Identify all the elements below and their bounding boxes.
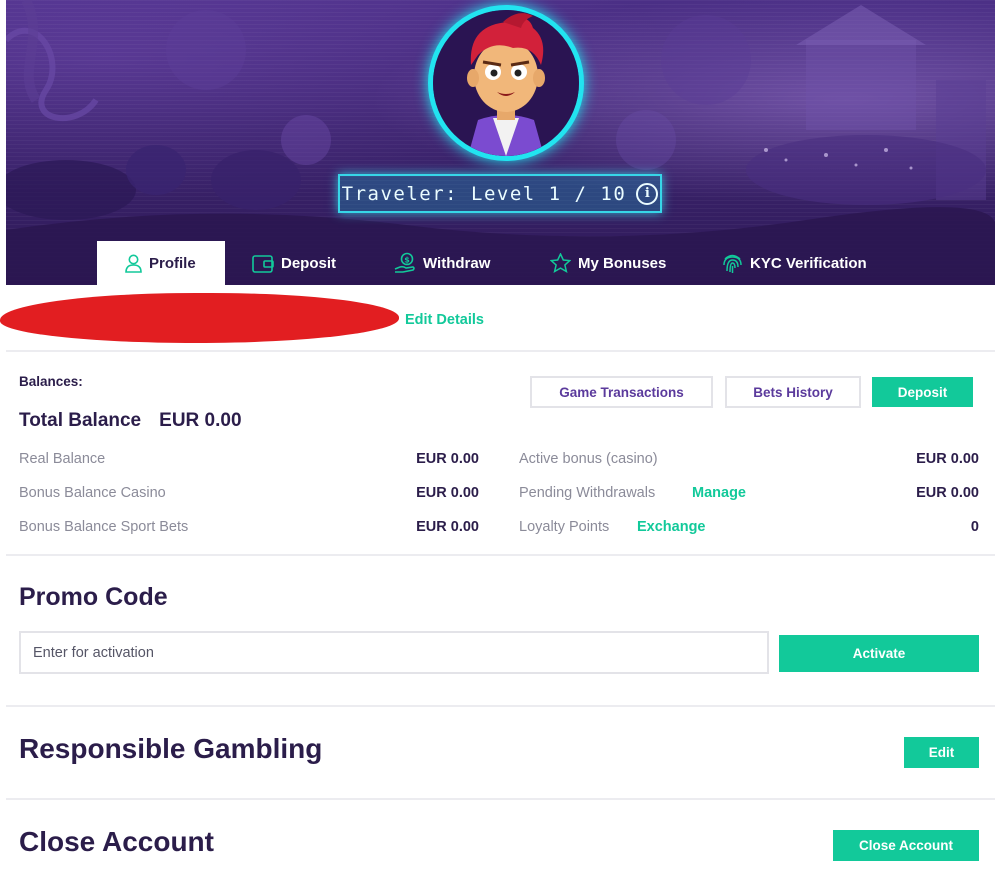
divider <box>6 798 995 800</box>
active-bonus-label: Active bonus (casino) <box>519 451 658 467</box>
close-account-button[interactable]: Close Account <box>833 830 979 861</box>
tab-label: Profile <box>149 254 196 272</box>
tab-my-bonuses[interactable]: My Bonuses <box>550 241 666 285</box>
tab-withdraw[interactable]: $ Withdraw <box>394 241 490 285</box>
bonus-balance-sport-value: EUR 0.00 <box>416 519 479 535</box>
total-balance-label: Total Balance <box>19 410 142 431</box>
balances-heading: Balances: <box>19 374 83 389</box>
star-icon <box>550 253 571 273</box>
divider <box>6 705 995 707</box>
divider <box>6 554 995 556</box>
exchange-link[interactable]: Exchange <box>637 519 706 535</box>
bonus-balance-casino-label: Bonus Balance Casino <box>19 485 166 501</box>
game-transactions-button[interactable]: Game Transactions <box>530 376 713 408</box>
tab-label: My Bonuses <box>578 254 667 272</box>
total-balance-value: EUR 0.00 <box>159 410 242 431</box>
tab-profile[interactable]: Profile <box>97 241 225 285</box>
activate-button[interactable]: Activate <box>779 635 979 672</box>
avatar-character-image <box>433 10 579 156</box>
user-icon <box>125 254 142 273</box>
promo-code-input[interactable] <box>19 631 769 674</box>
money-hand-icon: $ <box>394 252 415 273</box>
promo-code-title: Promo Code <box>19 583 168 611</box>
tab-deposit[interactable]: Deposit <box>252 241 336 285</box>
tab-label: Deposit <box>281 254 337 272</box>
tab-kyc-verification[interactable]: KYC Verification <box>722 241 867 285</box>
level-badge: Traveler: Level 1 / 10 i <box>338 174 662 213</box>
level-text: Traveler: Level 1 / 10 <box>341 182 627 205</box>
bonus-balance-sport-label: Bonus Balance Sport Bets <box>19 519 189 535</box>
deposit-button[interactable]: Deposit <box>872 377 973 407</box>
wallet-icon <box>252 254 274 273</box>
real-balance-label: Real Balance <box>19 451 106 467</box>
tab-label: Withdraw <box>423 254 491 272</box>
profile-tabs: Profile Deposit $ Withdraw My Bonuses KY… <box>6 241 995 285</box>
loyalty-points-label: Loyalty Points <box>519 519 610 535</box>
real-balance-value: EUR 0.00 <box>416 451 479 467</box>
bonus-balance-casino-value: EUR 0.00 <box>416 485 479 501</box>
pending-withdrawals-label: Pending Withdrawals <box>519 485 656 501</box>
fingerprint-icon <box>723 254 742 273</box>
divider <box>6 350 995 352</box>
info-icon[interactable]: i <box>636 182 659 205</box>
total-balance: Total Balance EUR 0.00 <box>19 410 242 432</box>
pending-withdrawals-value: EUR 0.00 <box>916 485 979 501</box>
bets-history-button[interactable]: Bets History <box>725 376 861 408</box>
redacted-username <box>0 293 399 343</box>
close-account-title: Close Account <box>19 826 214 857</box>
loyalty-points-value: 0 <box>970 519 979 535</box>
avatar[interactable] <box>428 5 584 161</box>
tab-label: KYC Verification <box>750 254 867 272</box>
edit-details-link[interactable]: Edit Details <box>405 312 484 328</box>
active-bonus-value: EUR 0.00 <box>916 451 979 467</box>
responsible-gambling-edit-button[interactable]: Edit <box>904 737 979 768</box>
responsible-gambling-title: Responsible Gambling <box>19 733 323 764</box>
svg-text:$: $ <box>404 256 410 265</box>
manage-link[interactable]: Manage <box>692 485 746 501</box>
